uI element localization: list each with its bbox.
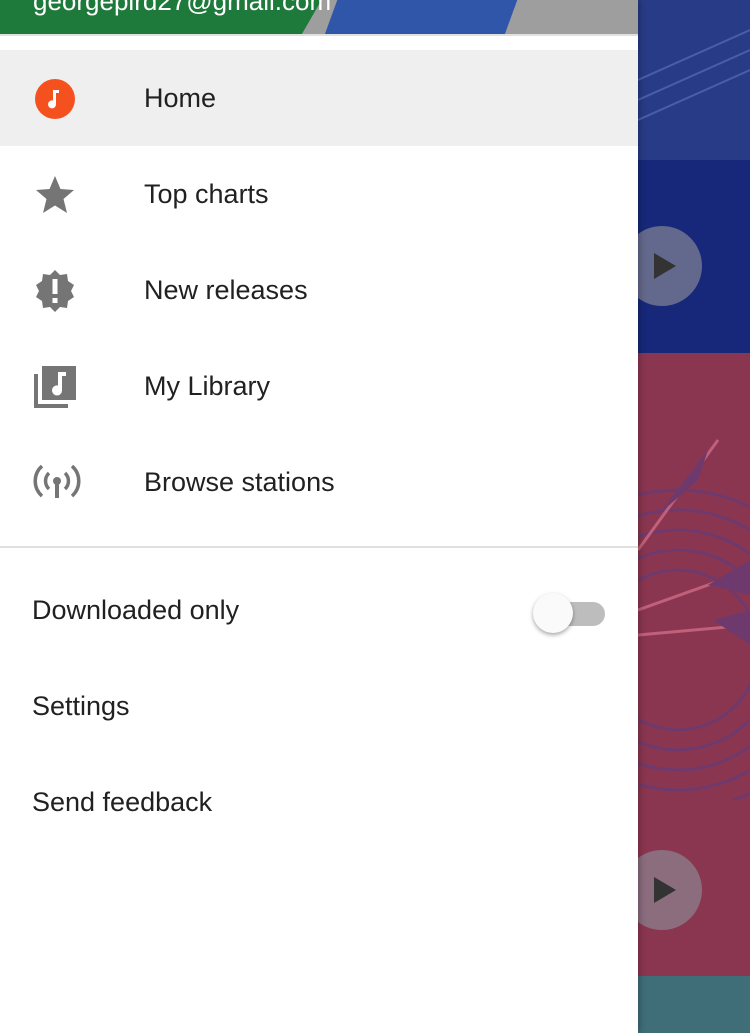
play-icon xyxy=(654,877,676,903)
toggle-thumb xyxy=(533,593,573,633)
nav-item-label: Home xyxy=(144,83,217,113)
header-decoration xyxy=(315,0,525,34)
settings-label: Settings xyxy=(32,691,130,721)
radio-broadcast-icon xyxy=(32,460,81,506)
album-card-teal[interactable] xyxy=(638,976,750,1033)
send-feedback-label: Send feedback xyxy=(32,787,213,817)
navigation-drawer: georgepird27@gmail.com Home Top charts N… xyxy=(0,0,638,1033)
downloaded-only-label: Downloaded only xyxy=(32,595,240,625)
divider xyxy=(0,546,638,548)
account-header[interactable]: georgepird27@gmail.com xyxy=(0,0,638,34)
nav-item-label: Browse stations xyxy=(144,467,335,497)
nav-item-new-releases[interactable]: New releases xyxy=(0,242,638,338)
settings-item[interactable]: Settings xyxy=(0,658,638,754)
play-button[interactable] xyxy=(638,850,702,930)
nav-item-label: New releases xyxy=(144,275,308,305)
line-art-decoration xyxy=(638,29,750,121)
divider xyxy=(0,34,638,36)
downloaded-only-toggle[interactable] xyxy=(533,593,609,633)
library-music-icon xyxy=(32,364,78,410)
nav-item-label: My Library xyxy=(144,371,271,401)
play-button[interactable] xyxy=(638,226,702,306)
play-icon xyxy=(654,253,676,279)
account-email: georgepird27@gmail.com xyxy=(33,0,332,16)
background-content xyxy=(638,0,750,1033)
album-card-blue-art xyxy=(638,0,750,160)
nav-item-browse-stations[interactable]: Browse stations xyxy=(0,434,638,530)
star-icon xyxy=(32,172,78,218)
archery-target-art xyxy=(638,439,750,800)
new-releases-badge-icon xyxy=(32,268,78,314)
nav-item-top-charts[interactable]: Top charts xyxy=(0,146,638,242)
nav-item-label: Top charts xyxy=(144,179,269,209)
nav-item-my-library[interactable]: My Library xyxy=(0,338,638,434)
nav-item-home[interactable]: Home xyxy=(0,50,638,146)
music-note-icon xyxy=(32,76,78,122)
downloaded-only-row[interactable]: Downloaded only xyxy=(0,562,638,658)
send-feedback-item[interactable]: Send feedback xyxy=(0,754,638,850)
